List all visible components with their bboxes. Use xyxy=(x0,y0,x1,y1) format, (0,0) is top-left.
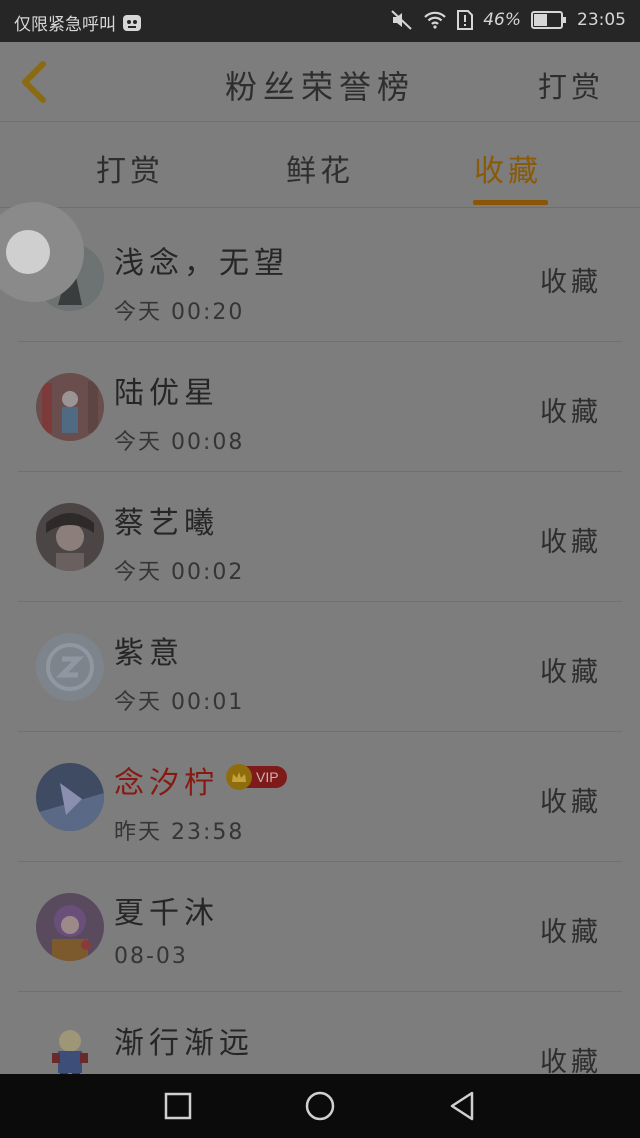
battery-icon xyxy=(531,11,567,29)
timestamp: 今天 00:02 xyxy=(114,560,245,585)
avatar[interactable] xyxy=(36,503,104,571)
timestamp: 今天 00:08 xyxy=(114,430,245,455)
tab-reward[interactable]: 打赏 xyxy=(96,146,164,190)
avatar[interactable] xyxy=(36,763,104,831)
timestamp: 昨天 23:58 xyxy=(114,820,245,845)
vip-label: VIP xyxy=(246,766,287,788)
user-name: 陆优星 xyxy=(114,376,219,411)
avatar[interactable] xyxy=(36,1023,104,1074)
action-label: 收藏 xyxy=(540,1047,602,1074)
tab-bar: 打赏 鲜花 收藏 xyxy=(0,122,640,208)
active-tab-indicator xyxy=(473,200,548,205)
avatar[interactable] xyxy=(36,893,104,961)
home-button[interactable] xyxy=(304,1090,336,1122)
navigation-bar xyxy=(0,1074,640,1138)
avatar[interactable] xyxy=(36,373,104,441)
app-notification-icon xyxy=(122,13,142,33)
recent-apps-icon xyxy=(164,1092,192,1120)
clock: 23:05 xyxy=(577,10,626,30)
home-icon xyxy=(305,1091,335,1121)
tab-favorites[interactable]: 收藏 xyxy=(474,146,542,190)
sim-alert-icon xyxy=(457,10,474,30)
vip-badge: VIP xyxy=(226,764,287,790)
action-label: 收藏 xyxy=(540,397,602,428)
user-name: 念汐柠 xyxy=(114,766,219,801)
action-label: 收藏 xyxy=(540,787,602,818)
mute-icon xyxy=(391,10,413,30)
wifi-icon xyxy=(423,10,447,30)
action-label: 收藏 xyxy=(540,267,602,298)
timestamp: 今天 00:20 xyxy=(114,300,245,325)
back-nav-button[interactable] xyxy=(446,1090,478,1122)
back-triangle-icon xyxy=(450,1091,474,1121)
recent-apps-button[interactable] xyxy=(162,1090,194,1122)
floating-ball-dot xyxy=(6,230,50,274)
status-bar: 仅限紧急呼叫 46% 23:05 xyxy=(0,0,640,42)
list-item[interactable]: 渐行渐远 收藏 xyxy=(0,992,640,1074)
tab-flowers[interactable]: 鲜花 xyxy=(286,146,354,190)
battery-percent: 46% xyxy=(483,10,521,30)
list-item[interactable]: 蔡艺曦 今天 00:02 收藏 xyxy=(0,472,640,602)
action-label: 收藏 xyxy=(540,657,602,688)
user-name: 紫意 xyxy=(114,636,184,671)
user-name: 渐行渐远 xyxy=(114,1026,254,1061)
list-item[interactable]: 陆优星 今天 00:08 收藏 xyxy=(0,342,640,472)
list-item[interactable]: 夏千沐 08-03 收藏 xyxy=(0,862,640,992)
list-item[interactable]: 念汐柠 VIP 昨天 23:58 收藏 xyxy=(0,732,640,862)
action-label: 收藏 xyxy=(540,917,602,948)
list-item[interactable]: 紫意 今天 00:01 收藏 xyxy=(0,602,640,732)
fan-list: 浅念，无望 今天 00:20 收藏 陆优星 今天 00:08 收藏 蔡艺曦 今天… xyxy=(0,212,640,1074)
header: 粉丝荣誉榜 打赏 xyxy=(0,42,640,122)
user-name: 浅念，无望 xyxy=(114,246,289,281)
carrier-text: 仅限紧急呼叫 xyxy=(14,15,116,35)
reward-button[interactable]: 打赏 xyxy=(538,64,604,106)
timestamp: 今天 00:01 xyxy=(114,690,245,715)
user-name: 蔡艺曦 xyxy=(114,506,219,541)
list-item[interactable]: 浅念，无望 今天 00:20 收藏 xyxy=(0,212,640,342)
user-name: 夏千沐 xyxy=(114,896,219,931)
timestamp: 08-03 xyxy=(114,944,188,969)
app-screen: 粉丝荣誉榜 打赏 打赏 鲜花 收藏 浅念，无望 今天 00:20 收藏 陆优星 … xyxy=(0,42,640,1074)
action-label: 收藏 xyxy=(540,527,602,558)
avatar[interactable] xyxy=(36,633,104,701)
crown-icon xyxy=(226,764,252,790)
